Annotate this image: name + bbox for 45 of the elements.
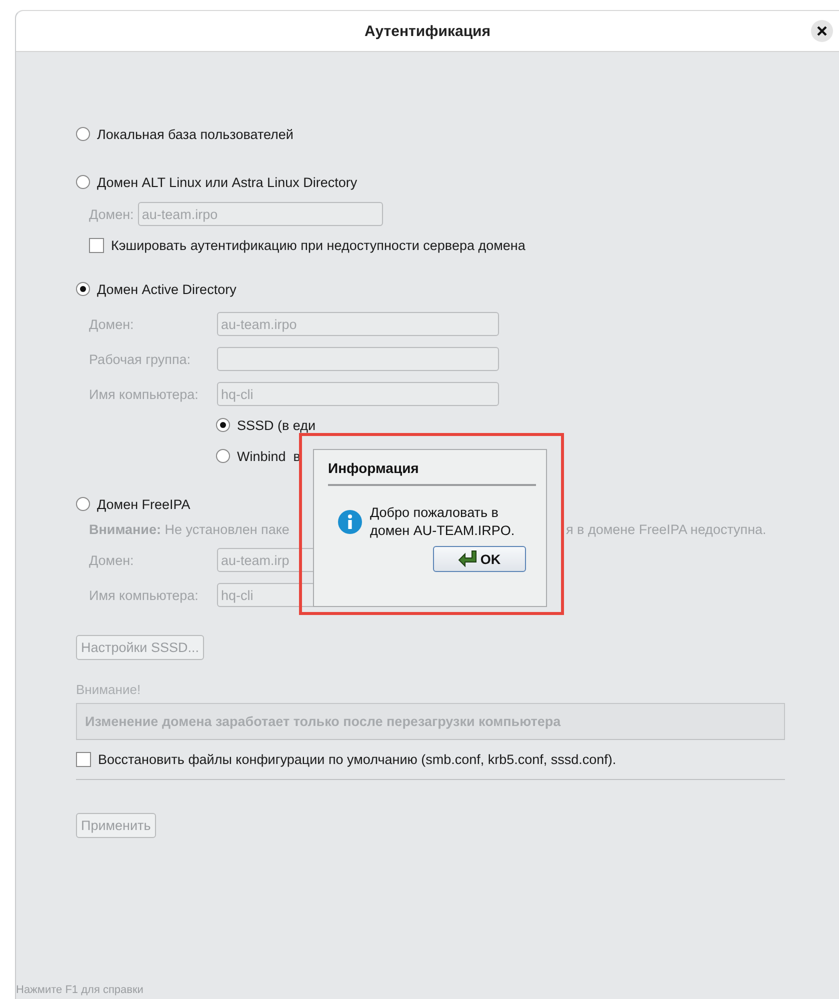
close-button[interactable] [811, 20, 833, 42]
field-label: Домен: [89, 206, 134, 222]
field-label: Имя компьютера: [89, 588, 200, 602]
close-icon [817, 26, 827, 36]
checkbox-label: Восстановить файлы конфигурации по умолчанию (smb.conf, krb5.conf, sssd.conf). [98, 752, 616, 767]
radio-button[interactable] [76, 127, 90, 141]
field-value: au-team.irpo [221, 316, 297, 332]
option-label: Домен ALT Linux или Astra Linux Directory [97, 174, 358, 190]
radio-button[interactable] [76, 175, 90, 189]
input-field[interactable]: au-team.irpo [217, 312, 499, 336]
message-text: Добро пожаловать в домен AU-TEAM.IRPO. [370, 504, 515, 540]
apply-button[interactable]: Применить [76, 813, 156, 838]
radio-button[interactable] [216, 418, 230, 432]
option-label: Домен FreeIPA [97, 496, 190, 512]
radio-button[interactable] [76, 282, 90, 296]
field-label: Домен: [89, 552, 135, 568]
window-title: Аутентификация [364, 22, 491, 40]
radio-button[interactable] [216, 449, 230, 463]
message-title: Информация [328, 460, 420, 476]
field-value: hq-cli [221, 588, 254, 602]
field-value: au-team.irpo [142, 206, 218, 222]
option-label: Домен Active Directory [97, 282, 236, 296]
info-icon [338, 510, 362, 534]
ok-button[interactable]: OK [433, 546, 526, 572]
input-field[interactable] [217, 347, 499, 371]
checkbox-label: Кэшировать аутентификацию при недоступности сервера домена [111, 238, 526, 253]
notice-label: Внимание! [76, 682, 142, 697]
option-label: Локальная база пользователей [97, 126, 294, 142]
checkbox[interactable] [89, 238, 104, 253]
option-label: SSSD (в еди [237, 418, 316, 432]
sssd-settings-button[interactable]: Настройки SSSD... [76, 635, 204, 660]
field-label: Домен: [89, 316, 135, 332]
radio-button[interactable] [76, 497, 90, 511]
input-field[interactable]: hq-cli [217, 382, 499, 406]
field-label: Рабочая группа: [89, 352, 192, 366]
checkbox[interactable] [76, 752, 91, 767]
field-label: Имя компьютера: [89, 386, 200, 402]
status-text: Нажмите F1 для справки [16, 984, 144, 996]
arrow-icon [458, 550, 478, 568]
input-field[interactable]: au-team.irpo [138, 202, 383, 226]
notice-text: Изменение домена заработает только после перезагрузки компьютера [85, 714, 561, 729]
warning-text: Внимание: Не установлен паке [89, 522, 290, 537]
warning-text: я в домене FreeIPA недоступна. [566, 522, 766, 537]
field-value: au-team.irp [221, 552, 290, 568]
field-value: hq-cli [221, 386, 254, 402]
